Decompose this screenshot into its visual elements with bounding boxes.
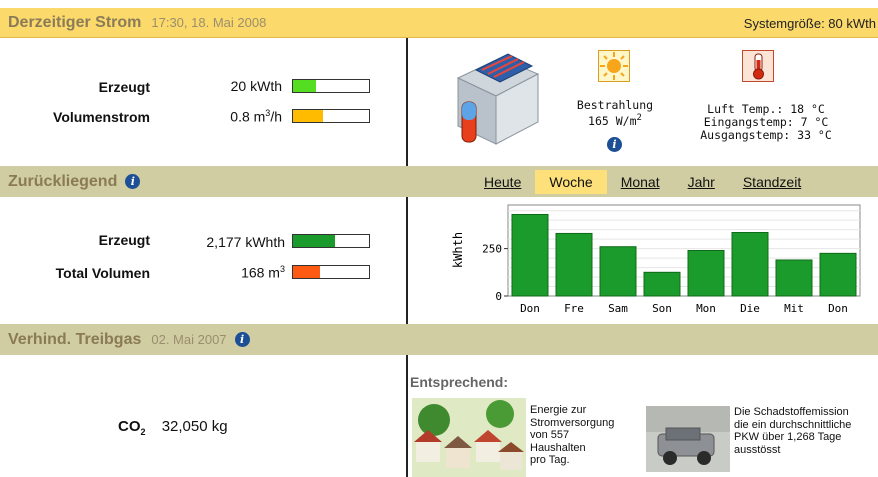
chart-bar <box>599 246 637 297</box>
tab-standzeit[interactable]: Standzeit <box>729 170 815 194</box>
temperature-caption: Luft Temp.: 18 °C Eingangstemp: 7 °C Aus… <box>680 103 852 142</box>
tab-monat[interactable]: Monat <box>607 170 674 194</box>
history-generated-meter-fill <box>293 235 335 247</box>
flow-label: Volumenstrom <box>53 109 150 125</box>
chart-bar <box>687 250 725 297</box>
chart-x-tick-label: Mit <box>784 302 804 315</box>
current-generated-meter <box>292 79 370 93</box>
avoided-title: Verhind. Treibgas <box>8 330 142 348</box>
history-generated-value: 2,177 kWhth <box>206 234 285 250</box>
chart-bar <box>511 213 549 297</box>
chart-x-tick-label: Sam <box>608 302 628 315</box>
weekly-bar-chart: Don Fre Sam Son Mon Die Mit Don 0 250 kWhth <box>451 204 861 315</box>
chart-x-tick-label: Don <box>828 302 848 315</box>
current-header: Derzeitiger Strom 17:30, 18. Mai 2008 Sy… <box>0 8 878 38</box>
chart-bar <box>555 232 593 297</box>
co2-label: CO2 <box>118 418 146 437</box>
co2-value: 32,050 kg <box>161 418 228 435</box>
history-generated-label: Erzeugt <box>98 232 150 248</box>
current-timestamp: 17:30, 18. Mai 2008 <box>151 15 267 30</box>
period-tabs: Heute Woche Monat Jahr Standzeit <box>470 166 815 197</box>
tab-woche[interactable]: Woche <box>535 169 607 194</box>
chart-y-tick-label: 250 <box>482 243 502 256</box>
chart-x-tick-label: Don <box>520 302 540 315</box>
chart-y-axis-label: kWhth <box>451 232 465 268</box>
flow-value: 0.8 m3/h <box>230 108 282 125</box>
chart-x-tick-label: Son <box>652 302 672 315</box>
system-size: Systemgröße: 80 kWth <box>743 16 876 31</box>
solar-collector-icon <box>456 53 540 145</box>
irradiance-value: 165 W/m2 <box>588 113 642 128</box>
chart-y-tick-label: 0 <box>495 290 502 303</box>
chart-bar <box>775 259 813 297</box>
chart-x-tick-label: Mon <box>696 302 716 315</box>
divider-current <box>406 38 408 166</box>
outlet-temp: Ausgangstemp: 33 °C <box>700 128 832 142</box>
thermometer-icon <box>742 50 774 82</box>
total-volume-meter-fill <box>293 266 320 278</box>
chart-bar <box>819 252 857 297</box>
car-illustration <box>646 406 730 472</box>
equivalent-heading: Entsprechend: <box>410 374 509 390</box>
history-title: Zurückliegend <box>8 172 118 190</box>
flow-meter-fill <box>293 110 324 122</box>
total-volume-value: 168 m3 <box>241 264 285 281</box>
total-volume-meter <box>292 265 370 279</box>
co2-readout: CO2 32,050 kg <box>118 418 228 437</box>
dashboard-panel: Derzeitiger Strom 17:30, 18. Mai 2008 Sy… <box>0 0 878 477</box>
history-generated-meter <box>292 234 370 248</box>
total-volume-label: Total Volumen <box>55 265 150 281</box>
chart-x-tick-label: Fre <box>564 302 584 315</box>
irradiance-label: Bestrahlung <box>576 98 654 112</box>
divider-history <box>406 197 408 324</box>
houses-illustration <box>412 398 526 477</box>
car-text: Die Schadstoffemission die ein durchschn… <box>734 406 852 456</box>
current-generated-value: 20 kWth <box>230 78 282 94</box>
current-title: Derzeitiger Strom <box>8 13 142 31</box>
avoided-info-icon[interactable]: i <box>234 332 250 347</box>
tab-heute[interactable]: Heute <box>470 170 535 194</box>
history-info-icon[interactable]: i <box>125 174 141 189</box>
current-generated-meter-fill <box>293 80 316 92</box>
chart-x-tick-label: Die <box>740 302 760 315</box>
sun-icon <box>598 50 630 82</box>
avoided-header: Verhind. Treibgas 02. Mai 2007 i <box>0 324 878 355</box>
chart-bar <box>643 271 681 297</box>
current-generated-label: Erzeugt <box>98 79 150 95</box>
flow-meter <box>292 109 370 123</box>
avoided-date: 02. Mai 2007 <box>151 332 227 347</box>
chart-bar <box>731 231 769 297</box>
irradiance-caption: Bestrahlung 165 W/m2 <box>570 99 660 128</box>
households-text: Energie zur Stromversorgung von 557 Haus… <box>530 404 615 466</box>
divider-avoided <box>406 355 408 477</box>
tab-jahr[interactable]: Jahr <box>674 170 729 194</box>
irradiance-info-icon[interactable]: i <box>607 137 622 152</box>
